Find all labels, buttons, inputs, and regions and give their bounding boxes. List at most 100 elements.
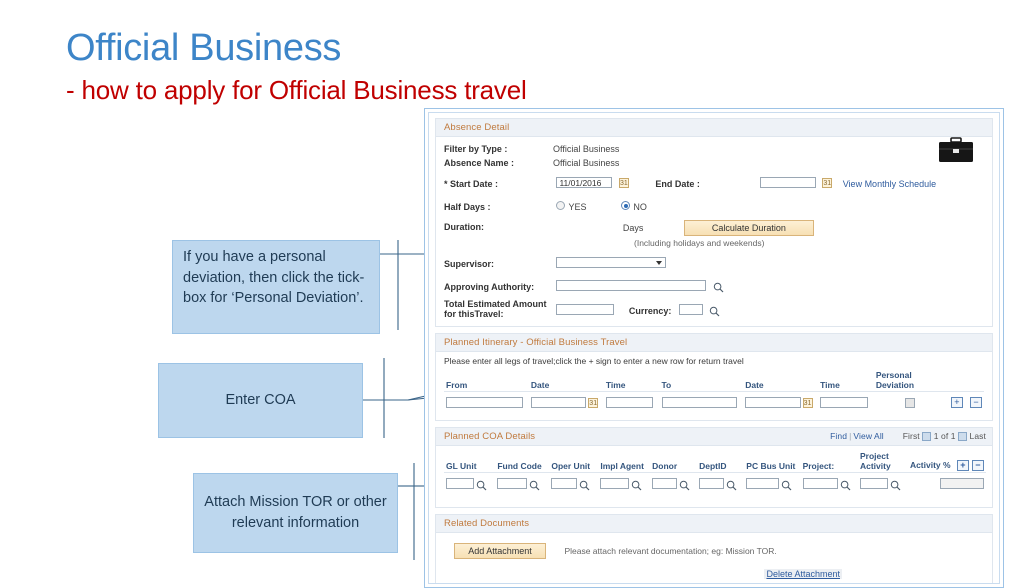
coa-col-pc-bus-unit: PC Bus Unit [744,449,801,473]
itinerary-col-date-to: Date [743,368,819,392]
page-subtitle: - how to apply for Official Business tra… [66,75,527,105]
coa-deptid-input[interactable] [699,478,725,490]
coa-oper-unit-input[interactable] [551,478,578,490]
panel-absence-detail: Absence Detail Filter by Type : Official… [435,118,993,327]
calculate-duration-button[interactable]: Calculate Duration [683,220,814,236]
coa-previous-page-icon[interactable] [922,432,932,442]
start-date-calendar-icon[interactable]: 31 [618,177,629,188]
start-date-input[interactable]: 11/01/2016 [556,177,613,189]
coa-fund-code-input[interactable] [497,478,528,490]
total-estimated-amount-input[interactable] [556,304,615,316]
itinerary-date-from-calendar-icon[interactable]: 31 [588,397,599,408]
personal-deviation-checkbox[interactable] [904,397,915,408]
itinerary-col-spacer1 [945,368,965,392]
coa-col-deptid: DeptID [697,449,745,473]
itinerary-remove-row-button[interactable]: − [970,397,982,409]
start-date-label: * Start Date : [444,179,499,189]
coa-first-label[interactable]: First [903,431,920,441]
coa-next-page-icon[interactable] [958,432,968,442]
itinerary-instruction: Please enter all legs of travel;click th… [444,355,744,366]
end-date-calendar-icon[interactable]: 31 [822,177,833,188]
coa-project-lookup-icon[interactable] [840,478,851,491]
callout-attach-tor-text: Attach Mission TOR or other relevant inf… [204,494,387,531]
chevron-down-icon [656,261,663,266]
related-documents-instruction: Please attach relevant documentation; eg… [564,545,777,556]
coa-activity-pct-input[interactable] [939,478,984,490]
coa-row [444,472,986,495]
itinerary-col-date-from: Date [528,368,604,392]
panel-planned-itinerary-header: Planned Itinerary - Official Business Tr… [436,333,992,352]
callout-enter-coa: Enter COA [158,363,363,438]
half-days-yes-radio[interactable] [556,201,566,211]
coa-remove-row-button[interactable]: − [971,459,984,471]
duration-label: Duration: [444,221,484,232]
itinerary-col-to: To [659,368,744,392]
itinerary-time-from-input[interactable] [605,397,654,409]
slide-canvas: Official Business - how to apply for Off… [0,0,1024,588]
supervisor-label: Supervisor: [444,259,495,269]
approving-authority-lookup-icon[interactable] [713,280,724,293]
coa-col-fund-code: Fund Code [495,449,550,473]
filter-by-type-label: Filter by Type : [444,144,508,154]
coa-col-activity-pct-label: Activity % [909,459,951,470]
currency-input[interactable] [678,304,703,316]
panel-planned-coa-details-title: Planned COA Details [444,430,536,442]
coa-page-indicator: 1 of 1 [933,430,956,441]
coa-fund-code-lookup-icon[interactable] [529,478,540,491]
coa-find-link[interactable]: Find [830,431,847,441]
coa-col-project: Project: [800,449,858,473]
coa-impl-agent-lookup-icon[interactable] [631,478,642,491]
coa-gl-unit-input[interactable] [446,478,475,490]
coa-oper-unit-lookup-icon[interactable] [579,478,590,491]
coa-col-donor: Donor [650,449,698,473]
itinerary-date-to-input[interactable] [745,397,801,409]
half-days-label: Half Days : [444,202,491,212]
currency-lookup-icon[interactable] [709,304,720,317]
half-days-no-radio[interactable] [621,201,631,211]
panel-planned-itinerary: Planned Itinerary - Official Business Tr… [435,332,993,421]
delete-attachment-link[interactable]: Delete Attachment [764,568,842,579]
supervisor-select[interactable] [556,257,667,269]
add-attachment-button[interactable]: Add Attachment [454,542,546,559]
end-date-input[interactable] [759,177,816,189]
itinerary-time-to-input[interactable] [820,397,868,409]
approving-authority-input[interactable] [556,280,707,292]
itinerary-col-time-from: Time [603,368,660,392]
coa-col-impl-agent: Impl Agent [598,449,651,473]
end-date-label: End Date : [655,179,700,189]
callout-enter-coa-text: Enter COA [225,392,296,409]
panel-planned-coa-details-header: Planned COA Details Find | View All First … [436,427,992,446]
coa-donor-lookup-icon[interactable] [679,478,690,491]
itinerary-to-input[interactable] [661,397,738,409]
approving-authority-label: Approving Authority: [444,282,535,292]
coa-pc-bus-unit-input[interactable] [746,478,779,490]
coa-project-activity-input[interactable] [859,478,889,490]
itinerary-add-row-button[interactable]: + [950,397,963,409]
panel-related-documents: Related Documents Add Attachment Please … [435,513,993,583]
coa-project-activity-lookup-icon[interactable] [890,478,901,491]
coa-last-label[interactable]: Last [970,431,986,441]
itinerary-from-input[interactable] [446,397,523,409]
half-days-no-label: NO [633,202,647,212]
coa-deptid-lookup-icon[interactable] [726,478,737,491]
itinerary-date-from-input[interactable] [530,397,587,409]
itinerary-header-row: From Date Time To Date Time Personal Dev… [444,368,984,392]
view-monthly-schedule-link[interactable]: View Monthly Schedule [843,179,936,189]
coa-pc-bus-unit-lookup-icon[interactable] [781,478,792,491]
coa-donor-input[interactable] [652,478,678,490]
coa-header-row: GL Unit Fund Code Oper Unit Impl Agent D… [444,449,986,473]
coa-gl-unit-lookup-icon[interactable] [476,478,487,491]
coa-view-all-link[interactable]: View All [853,431,883,441]
itinerary-date-to-calendar-icon[interactable]: 31 [802,397,813,408]
panel-related-documents-header: Related Documents [436,514,992,533]
absence-name-label: Absence Name : [444,158,515,168]
coa-impl-agent-input[interactable] [600,478,630,490]
coa-grid-navigation: Find | View All First 1 of 1 Last [830,430,986,442]
coa-add-row-button[interactable]: + [956,459,969,471]
duration-days-label: Days [622,223,644,233]
coa-project-input[interactable] [802,478,838,490]
total-estimated-amount-label-line2: for thisTravel: [444,308,504,319]
itinerary-col-from: From [444,368,529,392]
absence-name-value: Official Business [553,158,620,168]
itinerary-col-personal-deviation: Personal Deviation [873,368,946,392]
